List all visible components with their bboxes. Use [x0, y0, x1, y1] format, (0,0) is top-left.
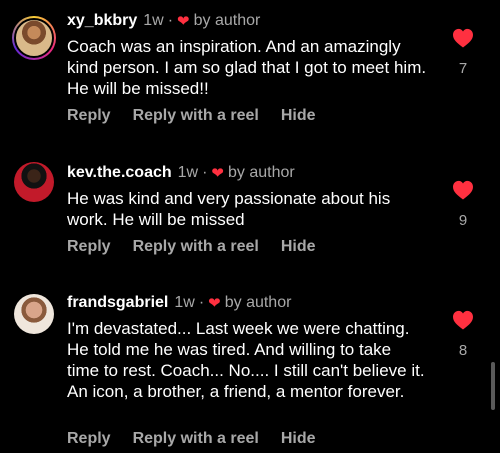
hide-button[interactable]: Hide: [281, 107, 316, 125]
avatar[interactable]: [12, 160, 56, 204]
separator: ·: [198, 294, 205, 311]
comment-body: frandsgabriel 1w · ❤ by author I'm devas…: [67, 292, 432, 402]
reply-with-reel-button[interactable]: Reply with a reel: [133, 238, 259, 256]
heart-icon[interactable]: [452, 28, 474, 48]
comments-feed: xy_bkbry 1w · ❤ by author Coach was an i…: [0, 0, 500, 453]
separator: ·: [202, 164, 208, 181]
reply-button[interactable]: Reply: [67, 430, 111, 448]
like-count: 8: [458, 342, 468, 359]
username[interactable]: xy_bkbry: [67, 12, 137, 30]
comment-body: xy_bkbry 1w · ❤ by author Coach was an i…: [67, 10, 432, 99]
avatar-image: [14, 18, 54, 58]
author-heart-icon: ❤: [211, 165, 224, 182]
heart-icon[interactable]: [452, 180, 474, 200]
reply-with-reel-button[interactable]: Reply with a reel: [133, 430, 259, 448]
comment-meta: xy_bkbry 1w · ❤ by author: [67, 10, 432, 32]
timestamp: 1w: [177, 164, 199, 181]
scrollbar[interactable]: [491, 362, 495, 410]
comment-text: He was kind and very passionate about hi…: [67, 189, 391, 229]
like-count: 9: [458, 212, 468, 229]
timestamp: 1w: [143, 12, 164, 29]
avatar-image: [14, 294, 54, 334]
comment-actions: Reply Reply with a reel Hide: [67, 238, 316, 256]
avatar[interactable]: [12, 292, 56, 336]
like-control: 8: [448, 310, 478, 359]
reply-button[interactable]: Reply: [67, 238, 111, 256]
separator: ·: [167, 12, 174, 29]
liked-by-author-label: by author: [224, 294, 292, 311]
comment-actions: Reply Reply with a reel Hide: [67, 107, 316, 125]
hide-button[interactable]: Hide: [281, 238, 316, 256]
like-count: 7: [458, 60, 468, 77]
heart-icon[interactable]: [452, 310, 474, 330]
liked-by-author-label: by author: [228, 164, 295, 181]
liked-by-author-label: by author: [193, 12, 261, 29]
avatar-image: [14, 162, 54, 202]
hide-button[interactable]: Hide: [281, 430, 316, 448]
timestamp: 1w: [174, 294, 195, 311]
comment-meta: kev.the.coach 1w · ❤ by author: [67, 162, 432, 184]
comment-text: I'm devastated... Last week we were chat…: [67, 319, 425, 401]
comment-text: Coach was an inspiration. And an amazing…: [67, 37, 427, 98]
comment-meta: frandsgabriel 1w · ❤ by author: [67, 292, 432, 314]
username[interactable]: kev.the.coach: [67, 164, 172, 182]
author-heart-icon: ❤: [177, 13, 190, 30]
username[interactable]: frandsgabriel: [67, 294, 168, 312]
reply-button[interactable]: Reply: [67, 107, 111, 125]
like-control: 9: [448, 180, 478, 229]
like-control: 7: [448, 28, 478, 77]
author-heart-icon: ❤: [208, 295, 221, 312]
comment-body: kev.the.coach 1w · ❤ by author He was ki…: [67, 162, 432, 230]
avatar[interactable]: [12, 16, 56, 60]
reply-with-reel-button[interactable]: Reply with a reel: [133, 107, 259, 125]
comment-actions: Reply Reply with a reel Hide: [67, 430, 316, 448]
